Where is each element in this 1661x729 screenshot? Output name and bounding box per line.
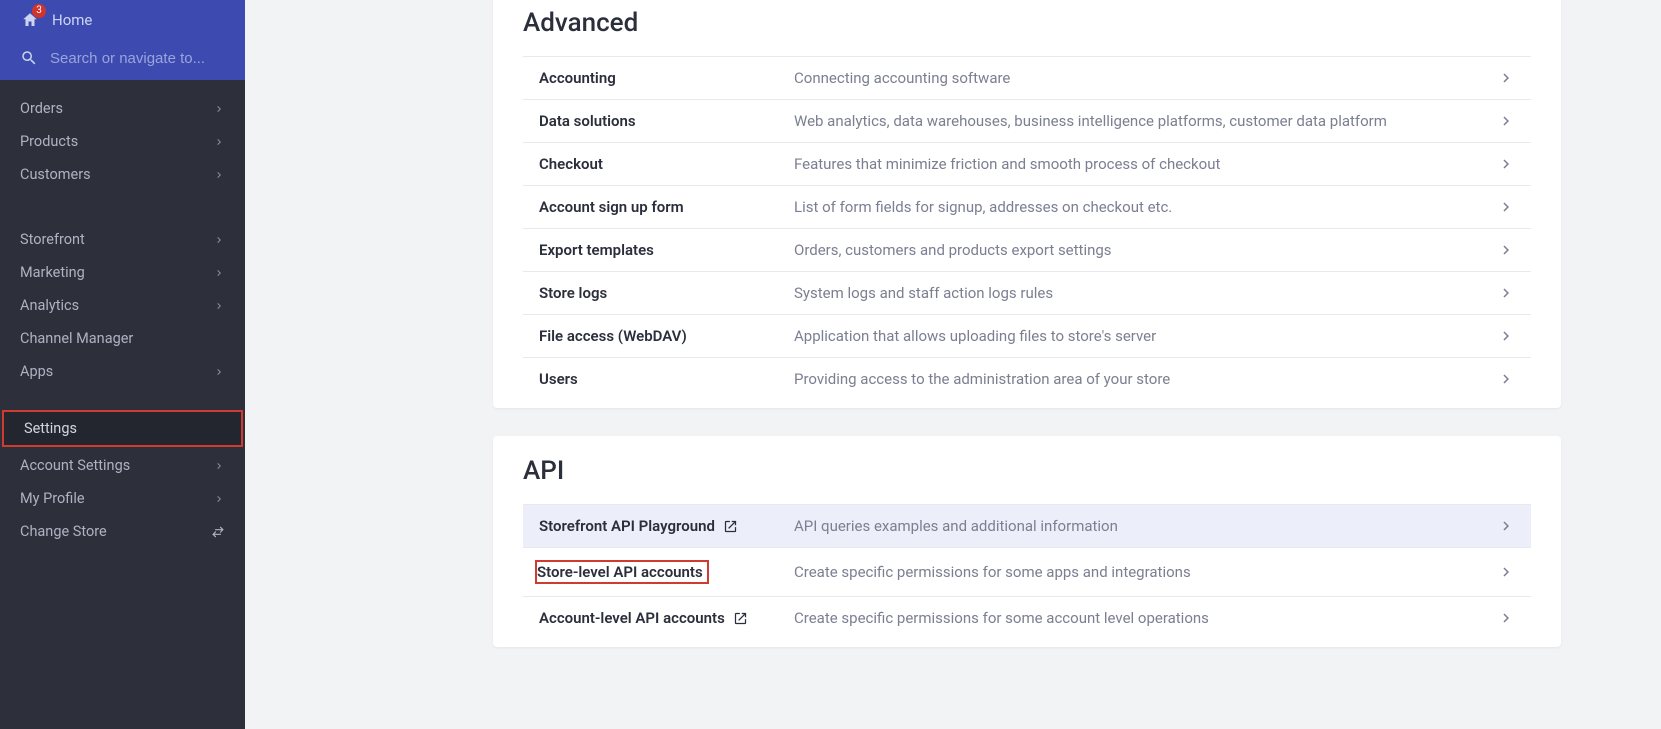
settings-row-account-level-api-accounts[interactable]: Account-level API accountsCreate specifi… — [523, 596, 1531, 639]
chevron-right-icon — [1497, 198, 1515, 216]
nav-item-products[interactable]: Products — [0, 125, 245, 158]
nav-group-account: Account Settings My Profile Change Store — [0, 449, 245, 548]
settings-row-desc: Create specific permissions for some app… — [794, 563, 1497, 581]
nav-home-label: Home — [52, 11, 92, 29]
external-link-icon — [733, 611, 748, 626]
settings-row-file-access-webdav-[interactable]: File access (WebDAV)Application that all… — [523, 314, 1531, 357]
chevron-right-icon — [1497, 155, 1515, 173]
nav-item-label: Apps — [20, 363, 53, 380]
chevron-right-icon — [1497, 327, 1515, 345]
search-input[interactable] — [50, 50, 249, 67]
nav-item-my-profile[interactable]: My Profile — [0, 482, 245, 515]
settings-row-desc: Orders, customers and products export se… — [794, 241, 1497, 259]
nav-item-label: Change Store — [20, 523, 107, 540]
chevron-right-icon — [213, 493, 225, 505]
nav-item-apps[interactable]: Apps — [0, 355, 245, 388]
chevron-right-icon — [213, 234, 225, 246]
nav-item-change-store[interactable]: Change Store — [0, 515, 245, 548]
settings-row-store-level-api-accounts[interactable]: Store-level API accountsCreate specific … — [523, 547, 1531, 596]
search-icon — [20, 48, 38, 68]
chevron-right-icon — [213, 460, 225, 472]
settings-row-label: Accounting — [539, 69, 794, 87]
settings-row-label: Checkout — [539, 155, 794, 173]
settings-row-users[interactable]: UsersProviding access to the administrat… — [523, 357, 1531, 400]
settings-row-storefront-api-playground[interactable]: Storefront API PlaygroundAPI queries exa… — [523, 504, 1531, 547]
nav-item-label: Orders — [20, 100, 63, 117]
nav-item-customers[interactable]: Customers — [0, 158, 245, 191]
nav-item-channel-manager[interactable]: Channel Manager — [0, 322, 245, 355]
chevron-right-icon — [213, 300, 225, 312]
chevron-right-icon — [213, 136, 225, 148]
settings-row-desc: API queries examples and additional info… — [794, 517, 1497, 535]
settings-row-label: Data solutions — [539, 112, 794, 130]
settings-row-desc: Create specific permissions for some acc… — [794, 609, 1497, 627]
nav-item-orders[interactable]: Orders — [0, 92, 245, 125]
chevron-right-icon — [1497, 609, 1515, 627]
swap-icon — [211, 525, 225, 539]
settings-row-desc: Providing access to the administration a… — [794, 370, 1497, 388]
section-heading: API — [523, 456, 1531, 486]
settings-section-advanced: Advanced AccountingConnecting accounting … — [493, 0, 1561, 408]
chevron-right-icon — [213, 169, 225, 181]
settings-row-label: Store-level API accounts — [539, 560, 794, 584]
external-link-icon — [723, 519, 738, 534]
settings-row-account-sign-up-form[interactable]: Account sign up formList of form fields … — [523, 185, 1531, 228]
main-content: Advanced AccountingConnecting accounting … — [245, 0, 1661, 729]
nav-item-label: Channel Manager — [20, 330, 133, 347]
nav-item-label: Customers — [20, 166, 91, 183]
nav-item-account-settings[interactable]: Account Settings — [0, 449, 245, 482]
chevron-right-icon — [1497, 112, 1515, 130]
settings-row-export-templates[interactable]: Export templatesOrders, customers and pr… — [523, 228, 1531, 271]
chevron-right-icon — [1497, 241, 1515, 259]
nav-item-label: Marketing — [20, 264, 85, 281]
nav-home[interactable]: 3 Home — [0, 2, 245, 38]
home-icon: 3 — [20, 10, 40, 30]
settings-row-desc: Features that minimize friction and smoo… — [794, 155, 1497, 173]
chevron-right-icon — [1497, 284, 1515, 302]
settings-row-label: Account-level API accounts — [539, 609, 794, 627]
settings-row-label: Users — [539, 370, 794, 388]
chevron-right-icon — [213, 366, 225, 378]
nav-item-label: Storefront — [20, 231, 85, 248]
settings-row-label: Account sign up form — [539, 198, 794, 216]
settings-row-label: Storefront API Playground — [539, 517, 794, 535]
nav-group-commerce: Orders Products Customers — [0, 80, 245, 191]
settings-row-desc: Connecting accounting software — [794, 69, 1497, 87]
settings-row-label: Export templates — [539, 241, 794, 259]
chevron-right-icon — [1497, 517, 1515, 535]
nav-item-label: Analytics — [20, 297, 79, 314]
search-wrap — [0, 38, 245, 80]
sidebar: 3 Home Orders Products Customers Storefron… — [0, 0, 245, 729]
settings-row-desc: System logs and staff action logs rules — [794, 284, 1497, 302]
settings-row-label: Store logs — [539, 284, 794, 302]
settings-row-label: File access (WebDAV) — [539, 327, 794, 345]
nav-item-analytics[interactable]: Analytics — [0, 289, 245, 322]
settings-row-data-solutions[interactable]: Data solutionsWeb analytics, data wareho… — [523, 99, 1531, 142]
settings-row-desc: List of form fields for signup, addresse… — [794, 198, 1497, 216]
chevron-right-icon — [1497, 69, 1515, 87]
settings-row-checkout[interactable]: CheckoutFeatures that minimize friction … — [523, 142, 1531, 185]
nav-item-label: Account Settings — [20, 457, 130, 474]
settings-row-desc: Application that allows uploading files … — [794, 327, 1497, 345]
notification-badge: 3 — [32, 4, 46, 18]
nav-settings[interactable]: Settings — [2, 410, 243, 447]
chevron-right-icon — [1497, 563, 1515, 581]
chevron-right-icon — [1497, 370, 1515, 388]
settings-row-desc: Web analytics, data warehouses, business… — [794, 112, 1497, 130]
settings-row-accounting[interactable]: AccountingConnecting accounting software — [523, 56, 1531, 99]
nav-item-label: Products — [20, 133, 78, 150]
chevron-right-icon — [213, 267, 225, 279]
nav-item-storefront[interactable]: Storefront — [0, 223, 245, 256]
sidebar-header: 3 Home — [0, 0, 245, 80]
nav-settings-label: Settings — [24, 420, 77, 437]
nav-group-channels: Storefront Marketing Analytics Channel Mana… — [0, 211, 245, 388]
chevron-right-icon — [213, 103, 225, 115]
section-heading: Advanced — [523, 8, 1531, 38]
settings-row-store-logs[interactable]: Store logsSystem logs and staff action l… — [523, 271, 1531, 314]
nav-item-marketing[interactable]: Marketing — [0, 256, 245, 289]
nav-item-label: My Profile — [20, 490, 85, 507]
settings-section-api: API Storefront API PlaygroundAPI queries … — [493, 436, 1561, 647]
